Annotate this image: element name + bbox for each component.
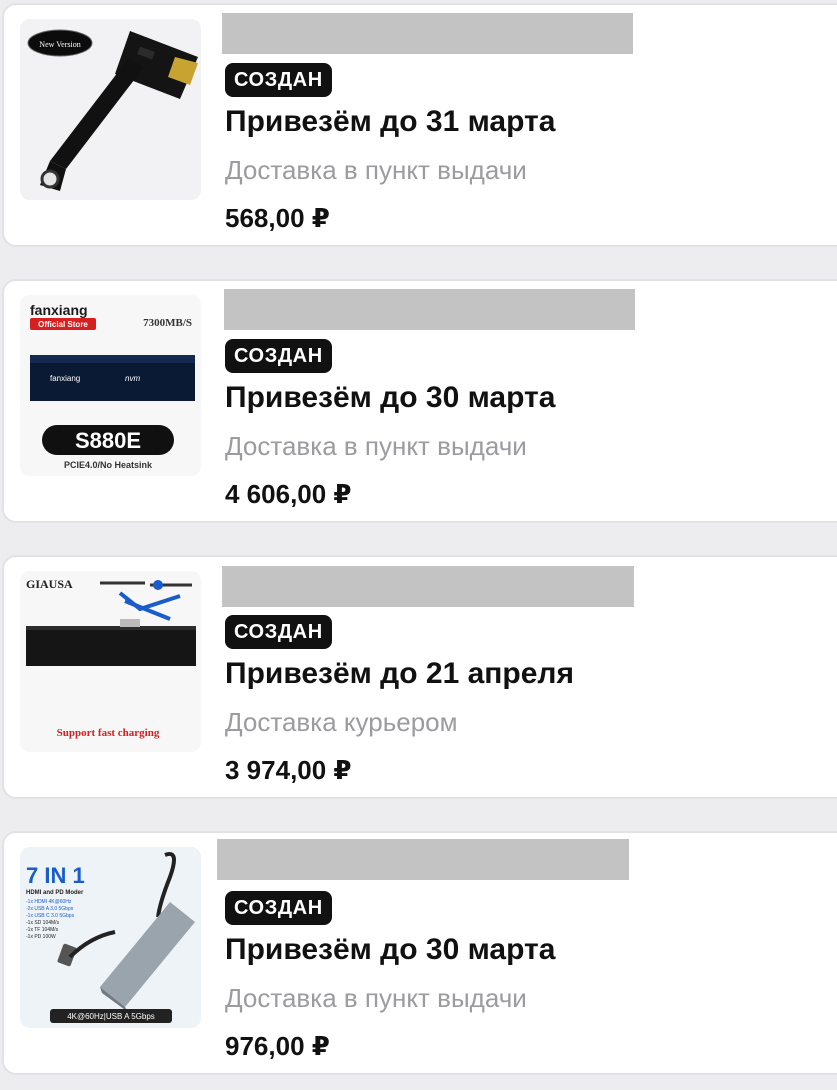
order-price: 3 974,00 ₽ xyxy=(225,755,352,785)
delivery-date: Привезём до 30 марта xyxy=(225,381,556,414)
order-card[interactable]: 7 IN 1 HDMI and PD Moder -1x HDMI 4K@60H… xyxy=(2,831,837,1075)
delivery-method: Доставка в пункт выдачи xyxy=(225,983,527,1013)
order-card[interactable]: GIAUSA Support fast charging СОЗДАН Прив… xyxy=(2,555,837,799)
delivery-date: Привезём до 31 марта xyxy=(225,105,556,138)
product-image[interactable]: GIAUSA Support fast charging xyxy=(20,571,201,752)
order-card[interactable]: New Version СОЗДАН Привезём до 31 марта … xyxy=(2,3,837,247)
delivery-date: Привезём до 30 марта xyxy=(225,933,556,966)
status-badge: СОЗДАН xyxy=(225,63,332,97)
feature-line: -1x USB C 3.0 5Gbps xyxy=(26,913,75,919)
board-label: nvm xyxy=(125,374,140,383)
delivery-method: Доставка в пункт выдачи xyxy=(225,155,527,185)
ssd-adapter-cable-icon: New Version xyxy=(20,19,201,200)
image-brand: fanxiang xyxy=(30,302,88,318)
usb-c-hub-icon: 7 IN 1 HDMI and PD Moder -1x HDMI 4K@60H… xyxy=(20,847,201,1028)
nvme-ssd-icon: fanxiang Official Store 7300MB/S fanxian… xyxy=(20,295,201,476)
order-price: 568,00 ₽ xyxy=(225,203,330,233)
image-headline: 7 IN 1 xyxy=(26,863,85,888)
delivery-date: Привезём до 21 апреля xyxy=(225,657,574,690)
image-model: S880E xyxy=(75,428,141,453)
image-subheadline: HDMI and PD Moder xyxy=(26,890,84,896)
product-title-redacted xyxy=(217,839,629,880)
image-badge-text: New Version xyxy=(39,40,80,49)
image-caption: Support fast charging xyxy=(57,727,160,739)
laptop-battery-icon: GIAUSA Support fast charging xyxy=(20,571,201,752)
product-title-redacted xyxy=(222,566,634,607)
order-price: 4 606,00 ₽ xyxy=(225,479,352,509)
delivery-method: Доставка в пункт выдачи xyxy=(225,431,527,461)
image-footer: 4K@60Hz|USB A 5Gbps xyxy=(67,1012,155,1021)
product-title-redacted xyxy=(224,289,635,330)
feature-line: -1x PD 100W xyxy=(26,934,56,940)
feature-line: -1x TF 104M/s xyxy=(26,927,59,933)
image-store-label: Official Store xyxy=(38,320,88,329)
product-image[interactable]: fanxiang Official Store 7300MB/S fanxian… xyxy=(20,295,201,476)
image-brand: GIAUSA xyxy=(26,577,73,591)
board-brand: fanxiang xyxy=(50,374,80,383)
feature-line: -1x HDMI 4K@60Hz xyxy=(26,899,72,905)
delivery-method: Доставка курьером xyxy=(225,707,458,737)
order-card[interactable]: fanxiang Official Store 7300MB/S fanxian… xyxy=(2,279,837,523)
status-badge: СОЗДАН xyxy=(225,891,332,925)
product-title-redacted xyxy=(222,13,633,54)
image-spec: PCIE4.0/No Heatsink xyxy=(64,460,153,470)
order-price: 976,00 ₽ xyxy=(225,1031,330,1061)
product-image[interactable]: New Version xyxy=(20,19,201,200)
image-speed: 7300MB/S xyxy=(143,317,192,329)
feature-line: -1x SD 104M/s xyxy=(26,920,60,926)
product-image[interactable]: 7 IN 1 HDMI and PD Moder -1x HDMI 4K@60H… xyxy=(20,847,201,1028)
status-badge: СОЗДАН xyxy=(225,615,332,649)
status-badge: СОЗДАН xyxy=(225,339,332,373)
feature-line: -2x USB A 3.0 5Gbps xyxy=(26,906,74,912)
